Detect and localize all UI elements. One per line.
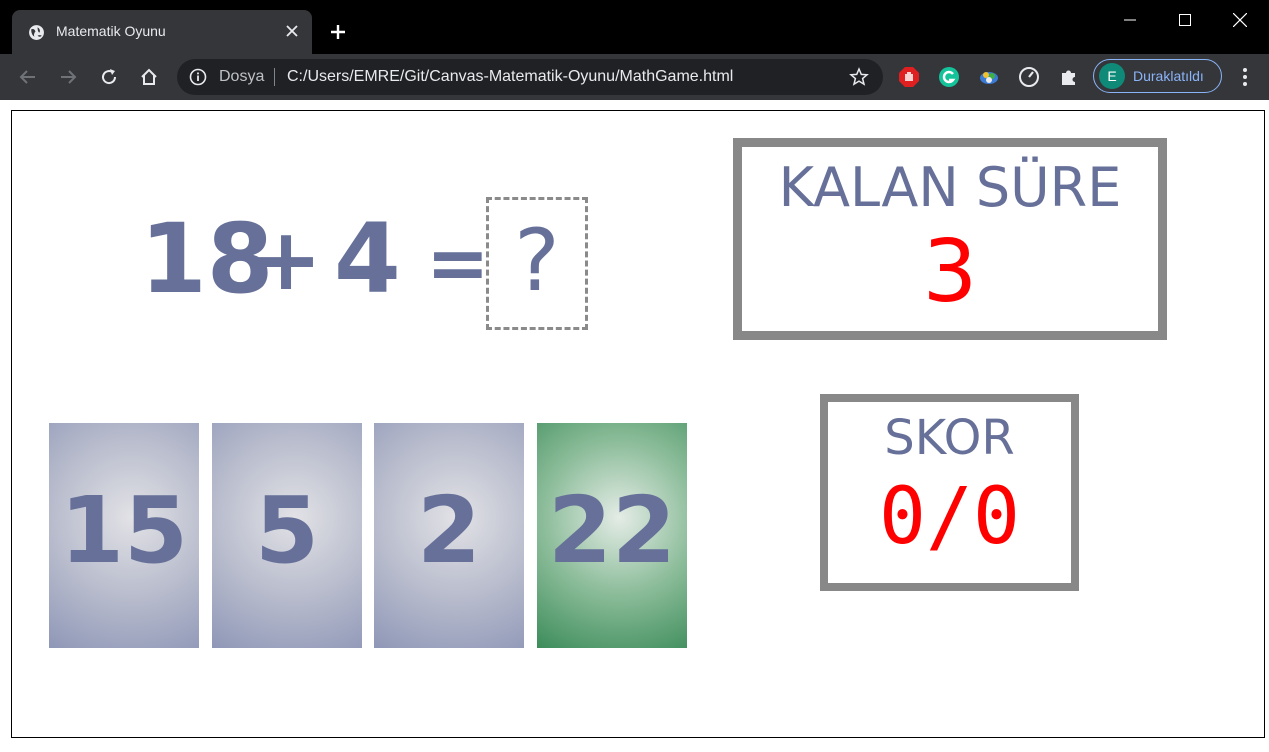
answer-slot[interactable]: ? [486, 197, 588, 330]
answer-placeholder: ? [514, 211, 560, 311]
answer-card[interactable]: 5 [212, 423, 362, 648]
score-label: SKOR [884, 410, 1015, 466]
extensions-puzzle-icon[interactable] [1057, 65, 1081, 89]
equation-operator: + [250, 210, 323, 310]
avatar: E [1099, 63, 1125, 89]
address-url[interactable]: C:/Users/EMRE/Git/Canvas-Matematik-Oyunu… [287, 68, 733, 86]
profile-status: Duraklatıldı [1133, 68, 1204, 84]
forward-arrow-icon[interactable] [56, 65, 80, 89]
tab-close-icon[interactable] [282, 21, 302, 41]
answer-card-correct[interactable]: 22 [537, 423, 687, 648]
address-bar[interactable]: Dosya C:/Users/EMRE/Git/Canvas-Matematik… [177, 59, 883, 95]
answer-card-value: 2 [416, 477, 481, 584]
globe-icon [29, 25, 44, 40]
address-separator [274, 68, 275, 86]
answer-card-value: 15 [59, 477, 189, 584]
score-value: 0/0 [879, 472, 1020, 562]
minimize-icon[interactable] [1101, 0, 1159, 40]
equation-equals: = [426, 218, 490, 307]
timer-panel: KALAN SÜRE 3 [733, 138, 1167, 340]
answer-card-value: 22 [547, 477, 677, 584]
browser-titlebar: Matematik Oyunu [0, 0, 1269, 54]
answer-card[interactable]: 15 [49, 423, 199, 648]
page-viewport: 18 + 4 = ? KALAN SÜRE 3 SKOR 0/0 15 5 2 … [0, 100, 1269, 752]
tab-title: Matematik Oyunu [56, 23, 166, 39]
close-window-icon[interactable] [1211, 0, 1269, 40]
browser-tab[interactable]: Matematik Oyunu [12, 10, 312, 54]
reload-icon[interactable] [97, 65, 121, 89]
adblock-extension-icon[interactable] [897, 65, 921, 89]
new-tab-icon[interactable] [326, 20, 350, 44]
more-menu-icon[interactable] [1235, 65, 1255, 89]
timer-label: KALAN SÜRE [778, 156, 1122, 219]
address-scheme-label: Dosya [219, 68, 265, 85]
info-icon[interactable] [189, 68, 207, 86]
timer-value: 3 [922, 222, 978, 322]
equation-right-operand: 4 [334, 203, 401, 315]
game-canvas[interactable]: 18 + 4 = ? KALAN SÜRE 3 SKOR 0/0 15 5 2 … [11, 110, 1265, 738]
answer-card-value: 5 [254, 477, 319, 584]
grammarly-extension-icon[interactable] [937, 65, 961, 89]
bookmark-star-icon[interactable] [849, 67, 869, 87]
back-arrow-icon[interactable] [16, 65, 40, 89]
speed-gauge-extension-icon[interactable] [1017, 65, 1041, 89]
color-extension-icon[interactable] [977, 65, 1001, 89]
home-icon[interactable] [137, 65, 161, 89]
maximize-icon[interactable] [1156, 0, 1214, 40]
score-panel: SKOR 0/0 [820, 394, 1079, 591]
profile-button[interactable]: E Duraklatıldı [1093, 59, 1222, 93]
browser-toolbar: Dosya C:/Users/EMRE/Git/Canvas-Matematik… [0, 54, 1269, 100]
answer-card[interactable]: 2 [374, 423, 524, 648]
